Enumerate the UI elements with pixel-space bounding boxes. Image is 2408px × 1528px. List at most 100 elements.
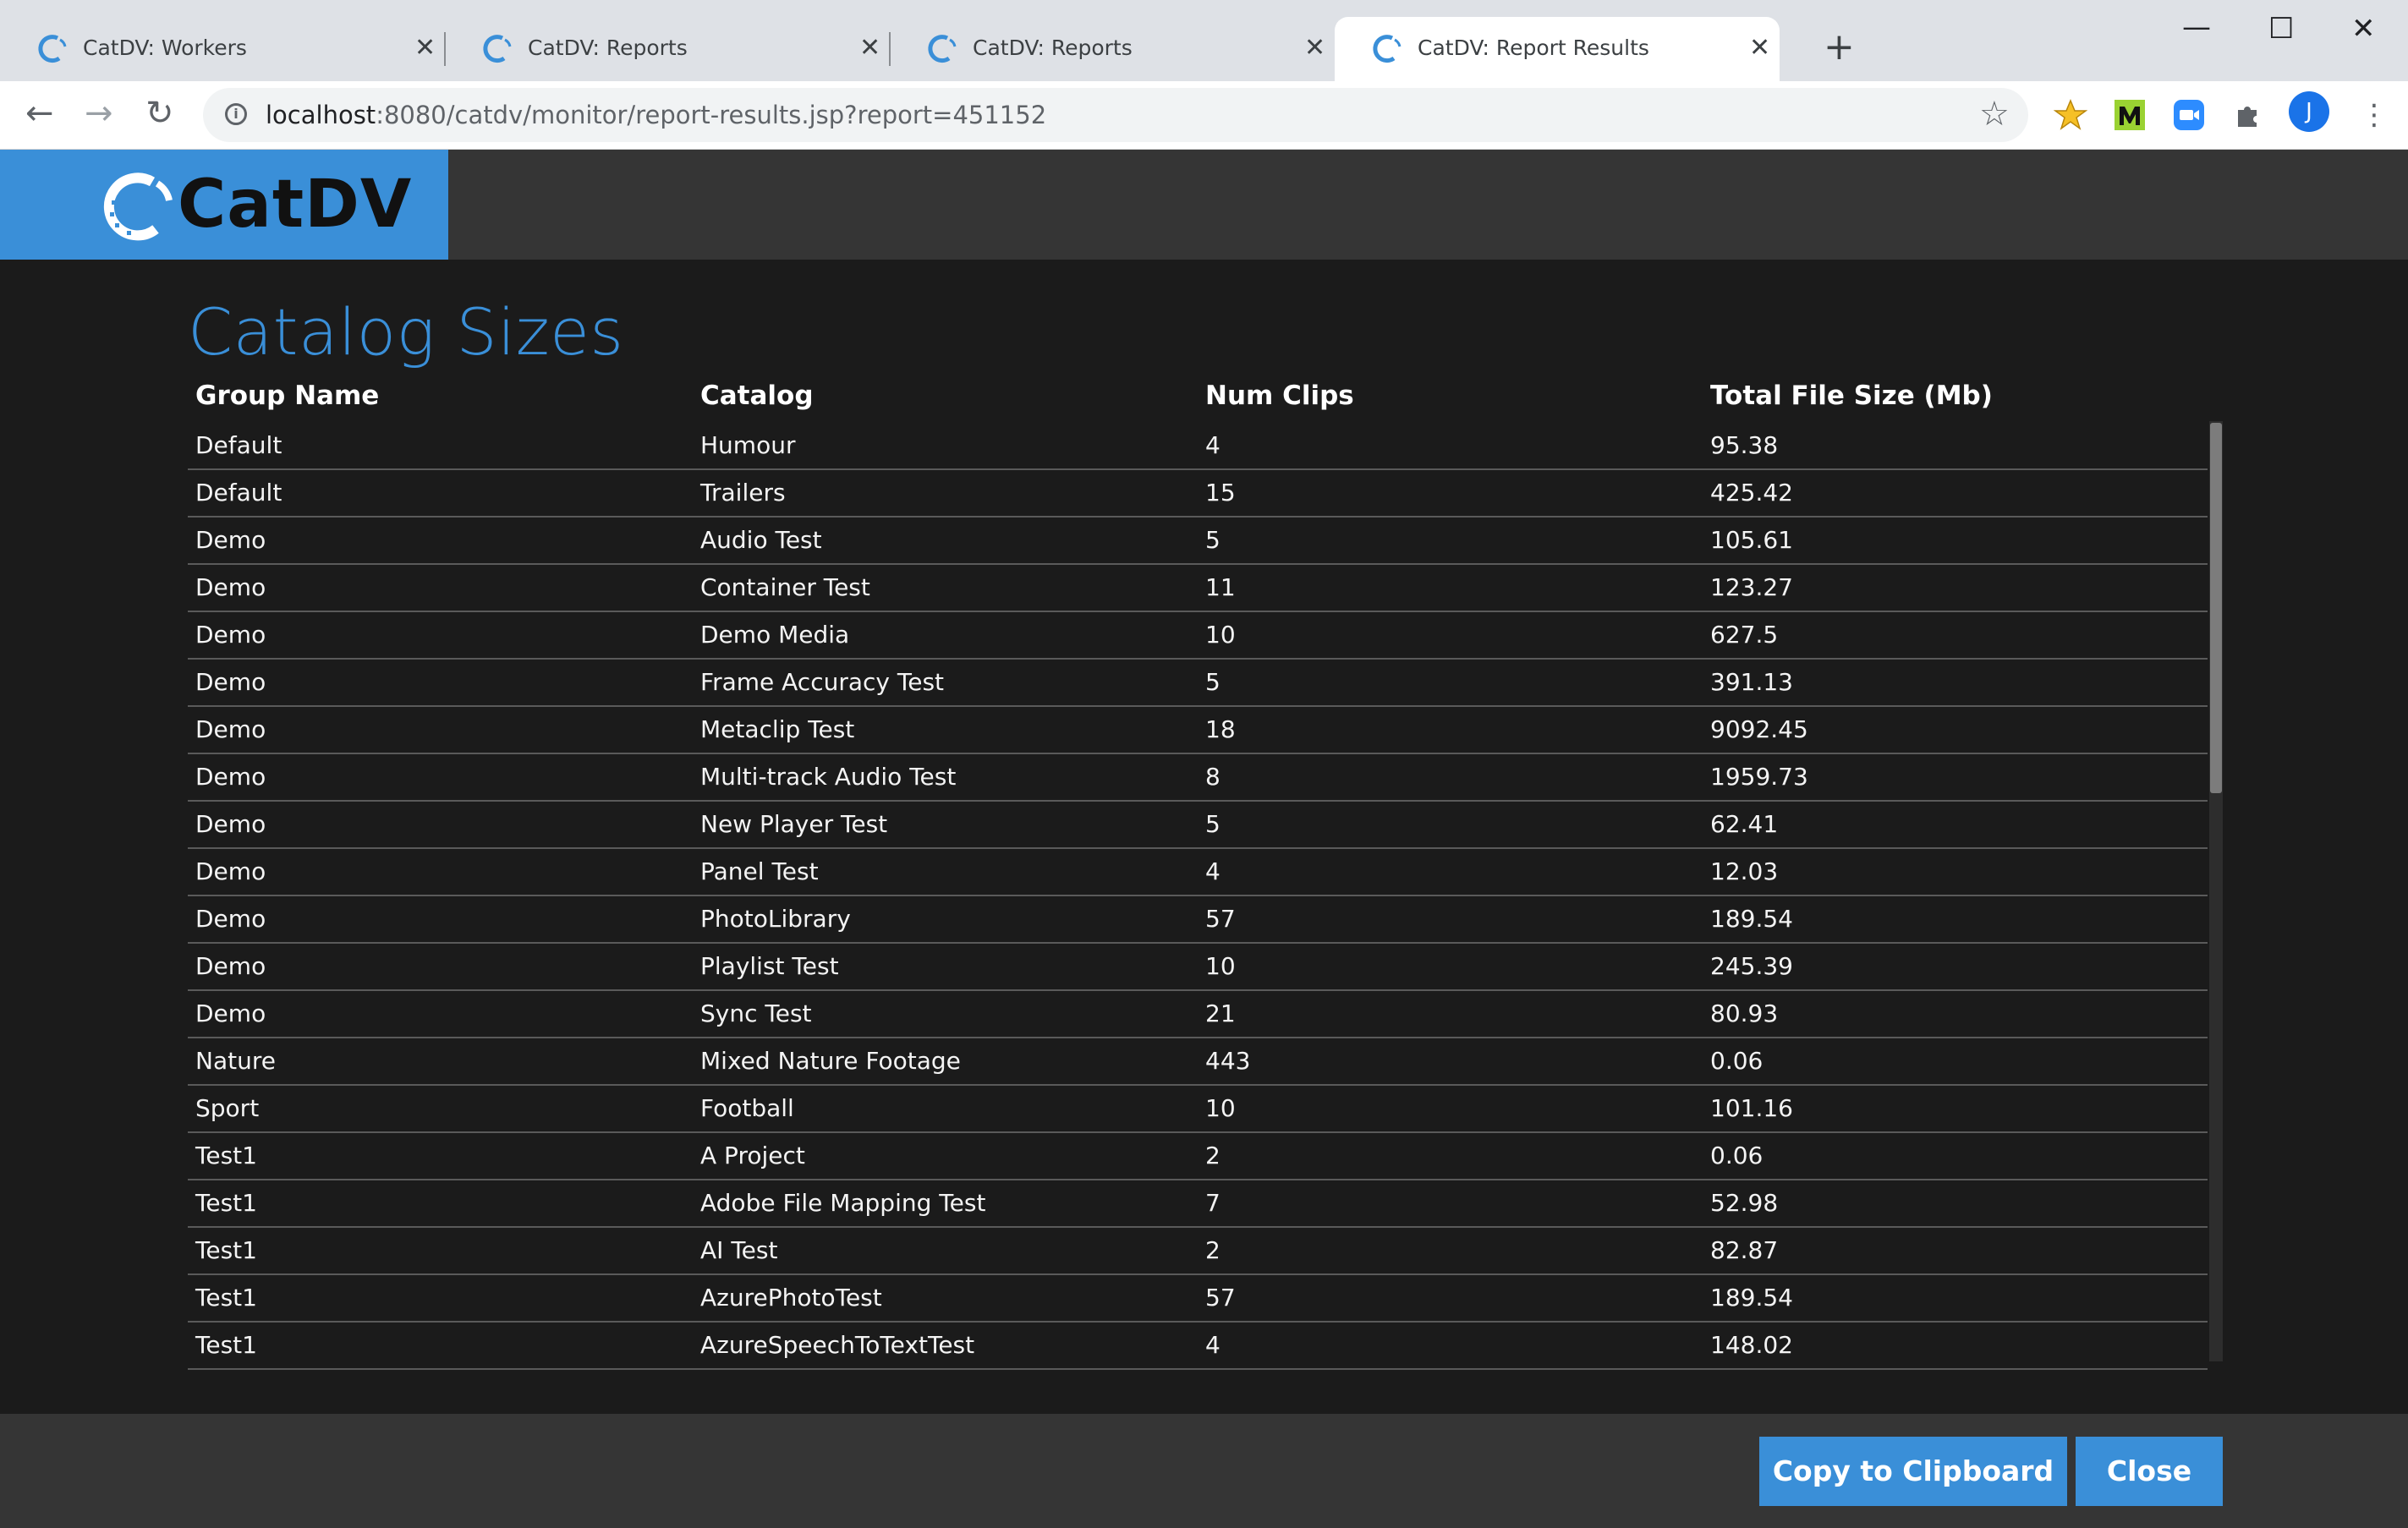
puzzle-extensions-icon[interactable] bbox=[2231, 98, 2265, 132]
table-scrollbar[interactable] bbox=[2209, 421, 2223, 1361]
close-tab-icon[interactable]: ✕ bbox=[1304, 36, 1325, 61]
cell-group-name: Demo bbox=[195, 621, 266, 649]
cell-total-file-size: 52.98 bbox=[1710, 1189, 1779, 1217]
zoom-extension-icon[interactable] bbox=[2172, 98, 2206, 132]
url-path: :8080/catdv/monitor/report-results.jsp?r… bbox=[376, 101, 1047, 129]
scrollbar-thumb[interactable] bbox=[2210, 423, 2222, 793]
cell-group-name: Demo bbox=[195, 905, 266, 933]
catdv-favicon-icon bbox=[928, 35, 957, 63]
site-info-icon[interactable]: i bbox=[225, 103, 247, 125]
cell-total-file-size: 0.06 bbox=[1710, 1047, 1763, 1075]
cell-num-clips: 5 bbox=[1205, 526, 1220, 554]
page-title: Catalog Sizes bbox=[188, 294, 624, 370]
cell-total-file-size: 12.03 bbox=[1710, 857, 1779, 885]
cell-total-file-size: 82.87 bbox=[1710, 1236, 1779, 1264]
cell-group-name: Demo bbox=[195, 857, 266, 885]
cell-group-name: Test1 bbox=[195, 1284, 257, 1312]
cell-num-clips: 2 bbox=[1205, 1236, 1220, 1264]
minimize-window-button[interactable]: — bbox=[2182, 10, 2211, 44]
cell-total-file-size: 80.93 bbox=[1710, 999, 1779, 1027]
cell-catalog: Mixed Nature Footage bbox=[700, 1047, 961, 1075]
browser-toolbar: ← → ↻ i localhost:8080/catdv/monitor/rep… bbox=[0, 81, 2408, 150]
cell-catalog: Football bbox=[700, 1094, 794, 1122]
bookmark-star-icon[interactable]: ☆ bbox=[1979, 95, 2010, 134]
cell-num-clips: 10 bbox=[1205, 1094, 1236, 1122]
address-bar[interactable]: i localhost:8080/catdv/monitor/report-re… bbox=[203, 88, 2028, 142]
cell-catalog: Demo Media bbox=[700, 621, 850, 649]
copy-to-clipboard-button[interactable]: Copy to Clipboard bbox=[1759, 1437, 2067, 1506]
cell-total-file-size: 123.27 bbox=[1710, 573, 1793, 601]
table-row: Test1 Adobe File Mapping Test 7 52.98 bbox=[188, 1180, 2208, 1228]
tab-title: CatDV: Reports bbox=[973, 36, 1133, 60]
maximize-window-button[interactable]: ☐ bbox=[2268, 12, 2294, 46]
cell-num-clips: 7 bbox=[1205, 1189, 1220, 1217]
cell-total-file-size: 105.61 bbox=[1710, 526, 1793, 554]
cell-catalog: AI Test bbox=[700, 1236, 778, 1264]
cell-group-name: Demo bbox=[195, 952, 266, 980]
cell-total-file-size: 62.41 bbox=[1710, 810, 1779, 838]
browser-tab[interactable]: CatDV: Reports ✕ bbox=[445, 17, 890, 81]
catdv-favicon-icon bbox=[38, 35, 67, 63]
cell-group-name: Demo bbox=[195, 763, 266, 791]
table-row: Demo Frame Accuracy Test 5 391.13 bbox=[188, 660, 2208, 707]
cell-catalog: AzurePhotoTest bbox=[700, 1284, 882, 1312]
cell-catalog: Multi-track Audio Test bbox=[700, 763, 957, 791]
cell-total-file-size: 95.38 bbox=[1710, 431, 1779, 459]
browser-tab[interactable]: CatDV: Workers ✕ bbox=[0, 17, 445, 81]
footer-bar: Copy to Clipboard Close bbox=[0, 1414, 2408, 1528]
cell-total-file-size: 101.16 bbox=[1710, 1094, 1793, 1122]
browser-tab-strip: CatDV: Workers ✕ CatDV: Reports ✕ CatDV: Rep… bbox=[0, 0, 2408, 81]
cell-catalog: Trailers bbox=[700, 479, 786, 507]
close-window-button[interactable]: ✕ bbox=[2351, 12, 2376, 46]
reload-button[interactable]: ↻ bbox=[145, 95, 174, 132]
url-text: localhost:8080/catdv/monitor/report-resu… bbox=[266, 101, 1046, 129]
browser-menu-icon[interactable]: ⋮ bbox=[2360, 98, 2389, 132]
table-row: Demo Audio Test 5 105.61 bbox=[188, 518, 2208, 565]
profile-avatar[interactable]: J bbox=[2289, 91, 2329, 132]
cell-num-clips: 443 bbox=[1205, 1047, 1251, 1075]
table-row: Demo Sync Test 21 80.93 bbox=[188, 991, 2208, 1038]
cell-total-file-size: 425.42 bbox=[1710, 479, 1793, 507]
table-row: Sport Football 10 101.16 bbox=[188, 1086, 2208, 1133]
cell-total-file-size: 0.06 bbox=[1710, 1142, 1763, 1169]
star-extension-icon[interactable] bbox=[2054, 98, 2087, 132]
catdv-favicon-icon bbox=[483, 35, 512, 63]
cell-num-clips: 21 bbox=[1205, 999, 1236, 1027]
cell-total-file-size: 391.13 bbox=[1710, 668, 1793, 696]
cell-num-clips: 2 bbox=[1205, 1142, 1220, 1169]
cell-group-name: Test1 bbox=[195, 1142, 257, 1169]
cell-catalog: Frame Accuracy Test bbox=[700, 668, 945, 696]
cell-num-clips: 5 bbox=[1205, 668, 1220, 696]
table-row: Demo Playlist Test 10 245.39 bbox=[188, 944, 2208, 991]
table-row: Demo Panel Test 4 12.03 bbox=[188, 849, 2208, 896]
column-header-group-name: Group Name bbox=[195, 381, 380, 411]
cell-total-file-size: 1959.73 bbox=[1710, 763, 1808, 791]
catdv-favicon-icon bbox=[1373, 35, 1401, 63]
browser-tab[interactable]: CatDV: Reports ✕ bbox=[890, 17, 1335, 81]
forward-button[interactable]: → bbox=[85, 95, 113, 132]
table-row: Test1 AI Test 2 82.87 bbox=[188, 1228, 2208, 1275]
cell-catalog: A Project bbox=[700, 1142, 805, 1169]
cell-group-name: Test1 bbox=[195, 1189, 257, 1217]
m-extension-icon[interactable] bbox=[2113, 98, 2147, 132]
table-row: Demo PhotoLibrary 57 189.54 bbox=[188, 896, 2208, 944]
cell-num-clips: 18 bbox=[1205, 715, 1236, 743]
new-tab-button[interactable]: + bbox=[1824, 29, 1855, 66]
catdv-film-logo-icon bbox=[103, 173, 173, 241]
cell-num-clips: 5 bbox=[1205, 810, 1220, 838]
back-button[interactable]: ← bbox=[25, 95, 54, 132]
cell-group-name: Demo bbox=[195, 999, 266, 1027]
logo-text: CatDV bbox=[178, 167, 413, 243]
tab-title: CatDV: Workers bbox=[83, 36, 247, 60]
table-row: Demo New Player Test 5 62.41 bbox=[188, 802, 2208, 849]
close-button[interactable]: Close bbox=[2076, 1437, 2223, 1506]
cell-num-clips: 4 bbox=[1205, 1331, 1220, 1359]
close-tab-icon[interactable]: ✕ bbox=[859, 36, 880, 61]
close-tab-icon[interactable]: ✕ bbox=[414, 36, 436, 61]
cell-group-name: Default bbox=[195, 479, 282, 507]
close-tab-icon[interactable]: ✕ bbox=[1749, 36, 1770, 61]
cell-num-clips: 8 bbox=[1205, 763, 1220, 791]
browser-tab[interactable]: CatDV: Report Results ✕ bbox=[1335, 17, 1780, 81]
cell-num-clips: 4 bbox=[1205, 431, 1220, 459]
catdv-logo[interactable]: CatDV bbox=[0, 150, 448, 260]
